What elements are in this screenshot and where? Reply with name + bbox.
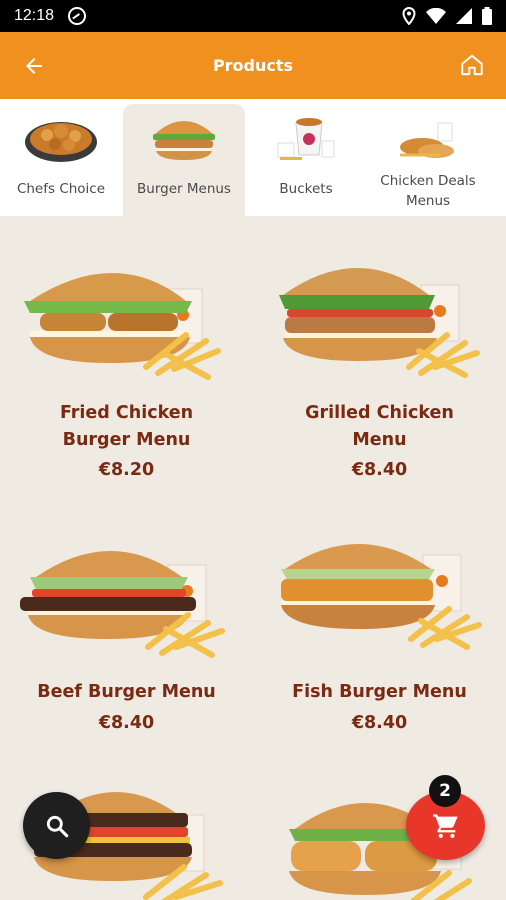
status-bar: 12:18 [0,0,506,32]
burger-menus-image [153,121,215,160]
product-name: Fish Burger Menu [292,682,467,702]
product-price: €8.40 [98,713,155,733]
top-app-bar: Products [0,32,506,99]
data-saver-icon [68,7,87,25]
chicken-deals-image [400,122,454,158]
product-price: €8.40 [351,713,408,733]
tab-buckets[interactable]: Buckets [245,99,367,216]
search-icon [46,815,68,837]
tab-label: Buckets [279,181,333,197]
product-image [279,268,480,378]
wifi-icon [426,8,446,24]
back-button[interactable] [18,50,50,82]
tab-chicken-deals-menus[interactable]: Chicken Deals Menus [367,99,489,216]
product-image [24,273,221,380]
product-card[interactable]: Fish Burger Menu €8.40 [253,537,506,807]
product-image [281,544,482,650]
product-name: Grilled Chicken Menu [305,403,454,450]
tab-burger-menus[interactable]: Burger Menus [123,104,245,216]
battery-icon [482,7,492,25]
product-card[interactable]: Grilled Chicken Menu €8.40 [253,255,506,525]
category-tabs: Chefs Choice Burger Menus Buckets Chicke… [0,99,506,216]
tab-label: Burger Menus [137,181,231,197]
search-button[interactable] [23,792,90,859]
page-title: Products [212,56,294,75]
tab-chefs-choice[interactable]: Chefs Choice [0,99,122,216]
signal-icon [456,8,472,24]
product-card[interactable]: Fried Chicken Burger Menu €8.20 [0,255,253,525]
product-name: Beef Burger Menu [37,682,216,702]
buckets-image [277,118,335,160]
status-time: 12:18 [14,7,55,24]
product-image [20,551,225,658]
product-card[interactable]: Beef Burger Menu €8.40 [0,537,253,807]
product-price: €8.20 [98,460,155,480]
tab-label: Chicken Deals Menus [380,173,476,209]
arrow-left-icon [26,58,42,74]
location-icon [402,7,416,25]
home-icon [461,54,483,76]
chefs-choice-image [25,122,97,162]
cart-count-badge: 2 [429,775,461,807]
tab-overflow-hint [500,173,506,187]
product-name: Fried Chicken Burger Menu [59,403,194,450]
home-button[interactable] [456,49,488,81]
tab-label: Chefs Choice [16,181,106,197]
product-price: €8.40 [351,460,408,480]
status-icons [402,7,492,25]
shopping-cart-icon [432,813,458,838]
